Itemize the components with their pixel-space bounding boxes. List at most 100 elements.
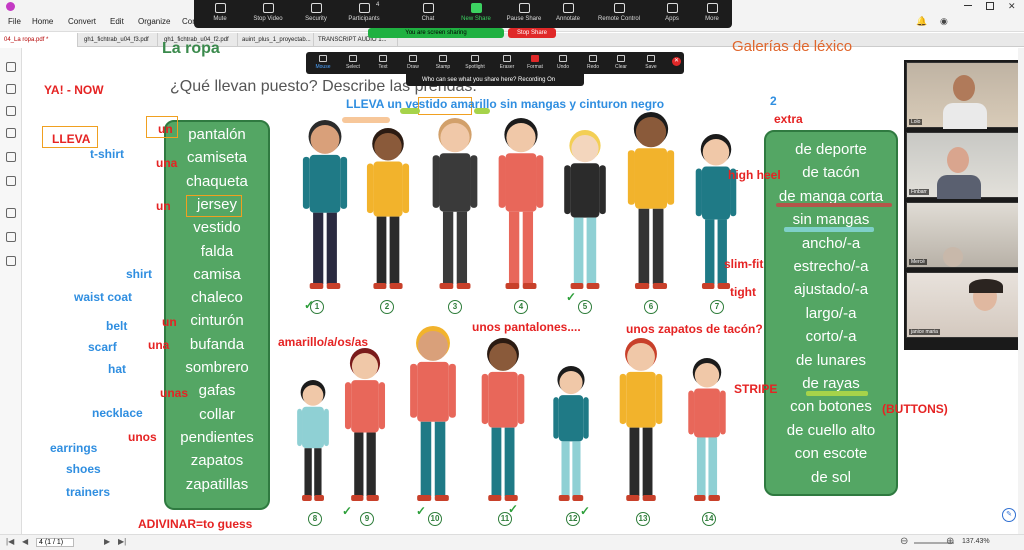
- tool-clear[interactable]: Clear: [606, 54, 636, 70]
- more-icon: [706, 3, 718, 13]
- descriptor-word-10: de rayas: [802, 375, 860, 392]
- minimize-button[interactable]: [964, 5, 972, 6]
- vocab-word-14: zapatos: [190, 452, 244, 470]
- mute-button[interactable]: Mute: [196, 3, 244, 22]
- annotation-waistcoat: waist coat: [74, 290, 133, 304]
- bookmark-icon[interactable]: [6, 62, 16, 72]
- prev-page-icon[interactable]: ◀: [22, 537, 28, 546]
- security-button[interactable]: Security: [292, 3, 340, 22]
- vocab-word-9: bufanda: [189, 335, 245, 353]
- more-button[interactable]: More: [688, 3, 736, 22]
- annotation-pantalones: unos pantalones....: [472, 320, 581, 334]
- microphone-icon: [214, 3, 226, 13]
- descriptor-word-8: corto/-a: [805, 328, 857, 346]
- zoom-level[interactable]: 137.43%: [962, 538, 990, 545]
- status-bar: |◀ ◀ 4 (1 / 1) ▶ ▶| ⊖ ⊕ 137.43%: [0, 534, 1024, 550]
- new-share-button[interactable]: New Share: [452, 3, 500, 22]
- tool-format[interactable]: Format: [520, 54, 550, 70]
- annotation-adivinar: ADIVINAR=to guess: [138, 517, 253, 531]
- maximize-button[interactable]: [986, 2, 994, 10]
- tool-draw[interactable]: Draw: [398, 54, 428, 70]
- layers-icon[interactable]: [6, 128, 16, 138]
- stop-video-button[interactable]: Stop Video: [244, 3, 292, 22]
- zoom-out-icon[interactable]: ⊖: [900, 536, 908, 547]
- zoom-in-icon[interactable]: ⊕: [946, 536, 954, 547]
- menu-organize[interactable]: Organize: [138, 17, 170, 26]
- descriptor-word-11: con botones: [790, 398, 872, 416]
- participant-shirt: [943, 103, 987, 129]
- lock-icon[interactable]: [6, 176, 16, 186]
- menu-file[interactable]: File: [8, 17, 21, 26]
- page-indicator[interactable]: 4 (1 / 1): [36, 538, 75, 547]
- annotation-una-1: una: [156, 156, 178, 170]
- check-mark: ✓: [508, 502, 519, 516]
- right-edge-panel: [1018, 48, 1024, 534]
- tool-redo[interactable]: Redo: [578, 54, 608, 70]
- vocab-word-10: sombrero: [185, 359, 249, 376]
- menu-edit[interactable]: Edit: [110, 17, 124, 26]
- tool-spotlight[interactable]: Spotlight: [460, 54, 490, 70]
- share-icon: [470, 3, 482, 13]
- participant-name: Mercè: [909, 259, 927, 265]
- page-section-title: Galerías de léxico: [732, 38, 853, 55]
- tool-stamp[interactable]: Stamp: [428, 54, 458, 70]
- participant-avatar: [947, 147, 969, 173]
- vocab-word-12: collar: [199, 405, 235, 423]
- thumbnail-icon[interactable]: [6, 106, 16, 116]
- feedback-icon[interactable]: ✎: [1002, 508, 1016, 522]
- compare-icon[interactable]: [6, 256, 16, 266]
- tool-save[interactable]: Save: [636, 54, 666, 70]
- form-icon[interactable]: [6, 208, 16, 218]
- pause-icon: [518, 3, 530, 13]
- figure-number-8: 8: [308, 512, 322, 526]
- next-page-icon[interactable]: ▶: [104, 537, 110, 546]
- stamp-icon[interactable]: [6, 232, 16, 242]
- descriptor-word-14: de sol: [810, 468, 852, 486]
- menu-convert[interactable]: Convert: [68, 17, 96, 26]
- window-controls: ✕: [964, 1, 1020, 11]
- figure-number-6: 6: [644, 300, 658, 314]
- camera-icon: [262, 3, 274, 13]
- video-tile[interactable]: Finbarr: [906, 132, 1022, 199]
- annotation-scarf: scarf: [88, 340, 117, 354]
- last-page-icon[interactable]: ▶|: [118, 537, 126, 546]
- highlight-amarillo: [342, 117, 390, 123]
- comment-icon[interactable]: [6, 84, 16, 94]
- tool-mouse[interactable]: Mouse: [308, 54, 338, 70]
- remote-control-button[interactable]: Remote Control: [592, 3, 646, 22]
- figure-number-12: 12: [566, 512, 580, 526]
- vocab-word-15: zapatillas: [185, 475, 249, 493]
- close-button[interactable]: ✕: [1008, 1, 1016, 12]
- annotation-two: 2: [770, 94, 777, 108]
- chat-button[interactable]: Chat: [404, 3, 452, 22]
- first-page-icon[interactable]: |◀: [6, 537, 14, 546]
- user-icon[interactable]: ◉: [940, 16, 948, 27]
- vocab-word-1: camiseta: [186, 149, 248, 167]
- annotation-toolbar: Mouse Select Text Draw Stamp Spotlight E…: [306, 52, 684, 74]
- check-mark: ✓: [416, 504, 427, 518]
- close-annotate-icon[interactable]: ✕: [672, 57, 681, 66]
- video-tile[interactable]: Lolo: [906, 62, 1022, 129]
- tab-la-ropa[interactable]: 04_La ropa.pdf *: [0, 33, 78, 47]
- attachment-icon[interactable]: [6, 152, 16, 162]
- annotation-tshirt: t-shirt: [90, 147, 124, 161]
- tool-eraser[interactable]: Eraser: [492, 54, 522, 70]
- pause-share-button[interactable]: Pause Share: [500, 3, 548, 22]
- tool-select[interactable]: Select: [338, 54, 368, 70]
- annotate-button[interactable]: Annotate: [544, 3, 592, 22]
- tool-undo[interactable]: Undo: [548, 54, 578, 70]
- remote-icon: [613, 3, 625, 13]
- tab-fichtrab-f3[interactable]: gh1_fichtrab_u04_f3.pdf: [80, 33, 158, 47]
- format-icon: [531, 55, 539, 62]
- menu-home[interactable]: Home: [32, 17, 53, 26]
- tab-auint-plus[interactable]: auint_plus_1_proyectab...: [238, 33, 314, 47]
- bell-icon[interactable]: 🔔: [916, 16, 927, 27]
- participants-button[interactable]: Participants: [340, 3, 388, 22]
- pen-icon: [562, 3, 574, 13]
- stop-share-button[interactable]: Stop Share: [508, 28, 556, 38]
- figure-number-5: 5: [578, 300, 592, 314]
- video-tile[interactable]: janice maria: [906, 272, 1022, 338]
- tool-text[interactable]: Text: [368, 54, 398, 70]
- participant-name: Finbarr: [909, 189, 929, 195]
- video-tile[interactable]: Mercè: [906, 202, 1022, 268]
